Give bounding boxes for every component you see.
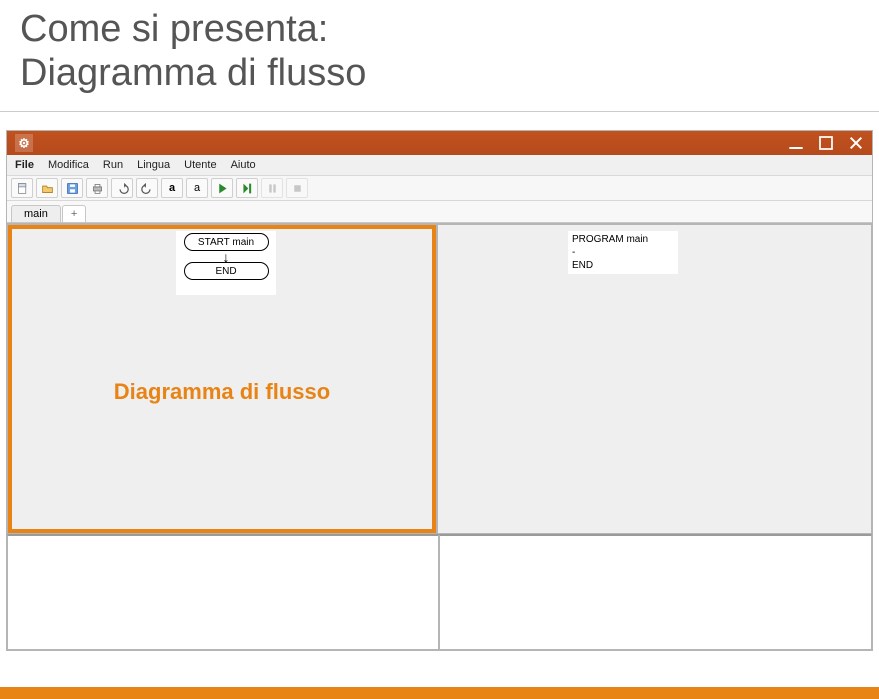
step-button[interactable] bbox=[236, 178, 258, 198]
redo-button[interactable] bbox=[136, 178, 158, 198]
start-node-label: START main bbox=[198, 237, 254, 248]
output-pane-right[interactable] bbox=[439, 534, 872, 650]
footer-bar bbox=[0, 687, 879, 699]
code-line-3: END bbox=[572, 259, 674, 272]
menu-lingua[interactable]: Lingua bbox=[137, 159, 170, 171]
end-node-label: END bbox=[215, 266, 236, 277]
close-button[interactable] bbox=[848, 135, 864, 151]
text-bold-button[interactable]: a bbox=[161, 178, 183, 198]
pause-button bbox=[261, 178, 283, 198]
flowchart-caption: Diagramma di flusso bbox=[8, 379, 436, 405]
flowchart-pane[interactable]: START main ↓ END Diagramma di flusso bbox=[7, 224, 437, 534]
stop-button bbox=[286, 178, 308, 198]
slide-title-line1: Come si presenta: bbox=[20, 8, 328, 50]
tabs: main + bbox=[7, 201, 872, 223]
output-pane-left[interactable] bbox=[7, 534, 439, 650]
text-normal-button[interactable]: a bbox=[186, 178, 208, 198]
code-line-2: - bbox=[572, 246, 674, 259]
run-button[interactable] bbox=[211, 178, 233, 198]
print-button[interactable] bbox=[86, 178, 108, 198]
end-node[interactable]: END bbox=[184, 262, 269, 280]
menubar: File Modifica Run Lingua Utente Aiuto bbox=[7, 155, 872, 175]
minimize-button[interactable] bbox=[788, 135, 804, 151]
undo-button[interactable] bbox=[111, 178, 133, 198]
slide-title: Come si presenta: Diagramma di flusso bbox=[0, 0, 879, 107]
title-divider bbox=[0, 111, 879, 112]
save-file-button[interactable] bbox=[61, 178, 83, 198]
code-box: PROGRAM main - END bbox=[568, 231, 678, 274]
open-file-button[interactable] bbox=[36, 178, 58, 198]
menu-file[interactable]: File bbox=[15, 159, 34, 171]
menu-modifica[interactable]: Modifica bbox=[48, 159, 89, 171]
tab-main[interactable]: main bbox=[11, 205, 61, 222]
maximize-button[interactable] bbox=[818, 135, 834, 151]
new-file-button[interactable] bbox=[11, 178, 33, 198]
menu-run[interactable]: Run bbox=[103, 159, 123, 171]
code-pane[interactable]: PROGRAM main - END bbox=[437, 224, 872, 534]
menu-aiuto[interactable]: Aiuto bbox=[231, 159, 256, 171]
flow-arrow-icon: ↓ bbox=[223, 251, 230, 262]
app-window: ⚙ File Modifica Run Lingua Utente Aiuto bbox=[6, 130, 873, 651]
titlebar: ⚙ bbox=[7, 131, 872, 155]
menu-utente[interactable]: Utente bbox=[184, 159, 216, 171]
flowchart: START main ↓ END bbox=[176, 231, 276, 295]
svg-text:⚙: ⚙ bbox=[18, 137, 29, 151]
toolbar: a a bbox=[7, 175, 872, 201]
tab-add[interactable]: + bbox=[62, 205, 86, 222]
slide-title-line2: Diagramma di flusso bbox=[20, 52, 366, 94]
app-icon: ⚙ bbox=[15, 134, 33, 152]
code-line-1: PROGRAM main bbox=[572, 233, 674, 246]
workarea: START main ↓ END Diagramma di flusso PRO… bbox=[7, 223, 872, 650]
